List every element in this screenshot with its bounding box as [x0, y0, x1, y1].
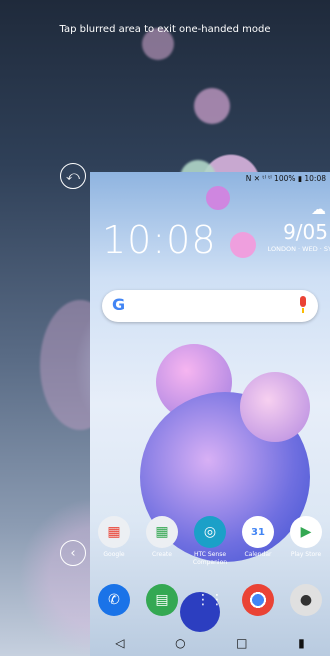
app-create[interactable]: ▦ Create: [138, 516, 186, 567]
mic-icon[interactable]: [298, 296, 308, 314]
recents-nav-button[interactable]: □: [236, 636, 247, 650]
app-label: Google: [103, 551, 125, 558]
app-row: ▦ Google ▦ Create ◎ HTC Sense Companion …: [90, 516, 330, 567]
exit-hint-text: Tap blurred area to exit one-handed mode: [59, 24, 271, 35]
apps-drawer-icon[interactable]: ⋮⋮: [194, 584, 226, 616]
camera-icon[interactable]: ●: [290, 584, 322, 616]
app-play-store[interactable]: ▶ Play Store: [282, 516, 330, 567]
swap-side-button[interactable]: ⤺: [60, 163, 86, 189]
google-search-bar[interactable]: G: [102, 290, 318, 322]
phone-icon[interactable]: ✆: [98, 584, 130, 616]
weather-icon[interactable]: ☁: [311, 200, 326, 218]
one-handed-screen: N ✕ ᵗˡ ᵗˡ 100% ▮ 10:08 ☁ 10:08 9/05 LOND…: [90, 172, 330, 656]
app-htc-sense-companion[interactable]: ◎ HTC Sense Companion: [186, 516, 234, 567]
status-bar: N ✕ ᵗˡ ᵗˡ 100% ▮ 10:08: [245, 174, 326, 183]
htc-sense-companion-icon: ◎: [194, 516, 226, 548]
date[interactable]: 9/05: [283, 220, 328, 244]
blurred-blob: [194, 88, 230, 124]
dock: ✆ ▤ ⋮⋮ ●: [90, 584, 330, 616]
location-label: LONDON · WED · SY: [267, 245, 330, 253]
app-label: Create: [152, 551, 172, 558]
home-nav-button[interactable]: ○: [175, 636, 185, 650]
clock[interactable]: 10:08: [102, 218, 217, 262]
decorative-blob: [206, 186, 230, 210]
back-arrow-button[interactable]: ‹: [60, 540, 86, 566]
play-store-icon: ▶: [290, 516, 322, 548]
app-label: Calendar: [244, 551, 272, 558]
google-logo-icon: G: [112, 295, 126, 314]
messages-icon[interactable]: ▤: [146, 584, 178, 616]
decorative-blob: [230, 232, 256, 258]
back-nav-button[interactable]: ◁: [115, 636, 124, 650]
navigation-bar: ◁ ○ □ ▮: [90, 630, 330, 656]
one-handed-nav-button[interactable]: ▮: [298, 636, 305, 650]
decorative-blob: [240, 372, 310, 442]
create-folder-icon: ▦: [146, 516, 178, 548]
calendar-icon: 31: [242, 516, 274, 548]
app-google[interactable]: ▦ Google: [90, 516, 138, 567]
app-calendar[interactable]: 31 Calendar: [234, 516, 282, 567]
app-label: Play Store: [290, 551, 322, 558]
app-label: HTC Sense Companion: [192, 551, 228, 566]
chrome-icon[interactable]: [242, 584, 274, 616]
google-folder-icon: ▦: [98, 516, 130, 548]
